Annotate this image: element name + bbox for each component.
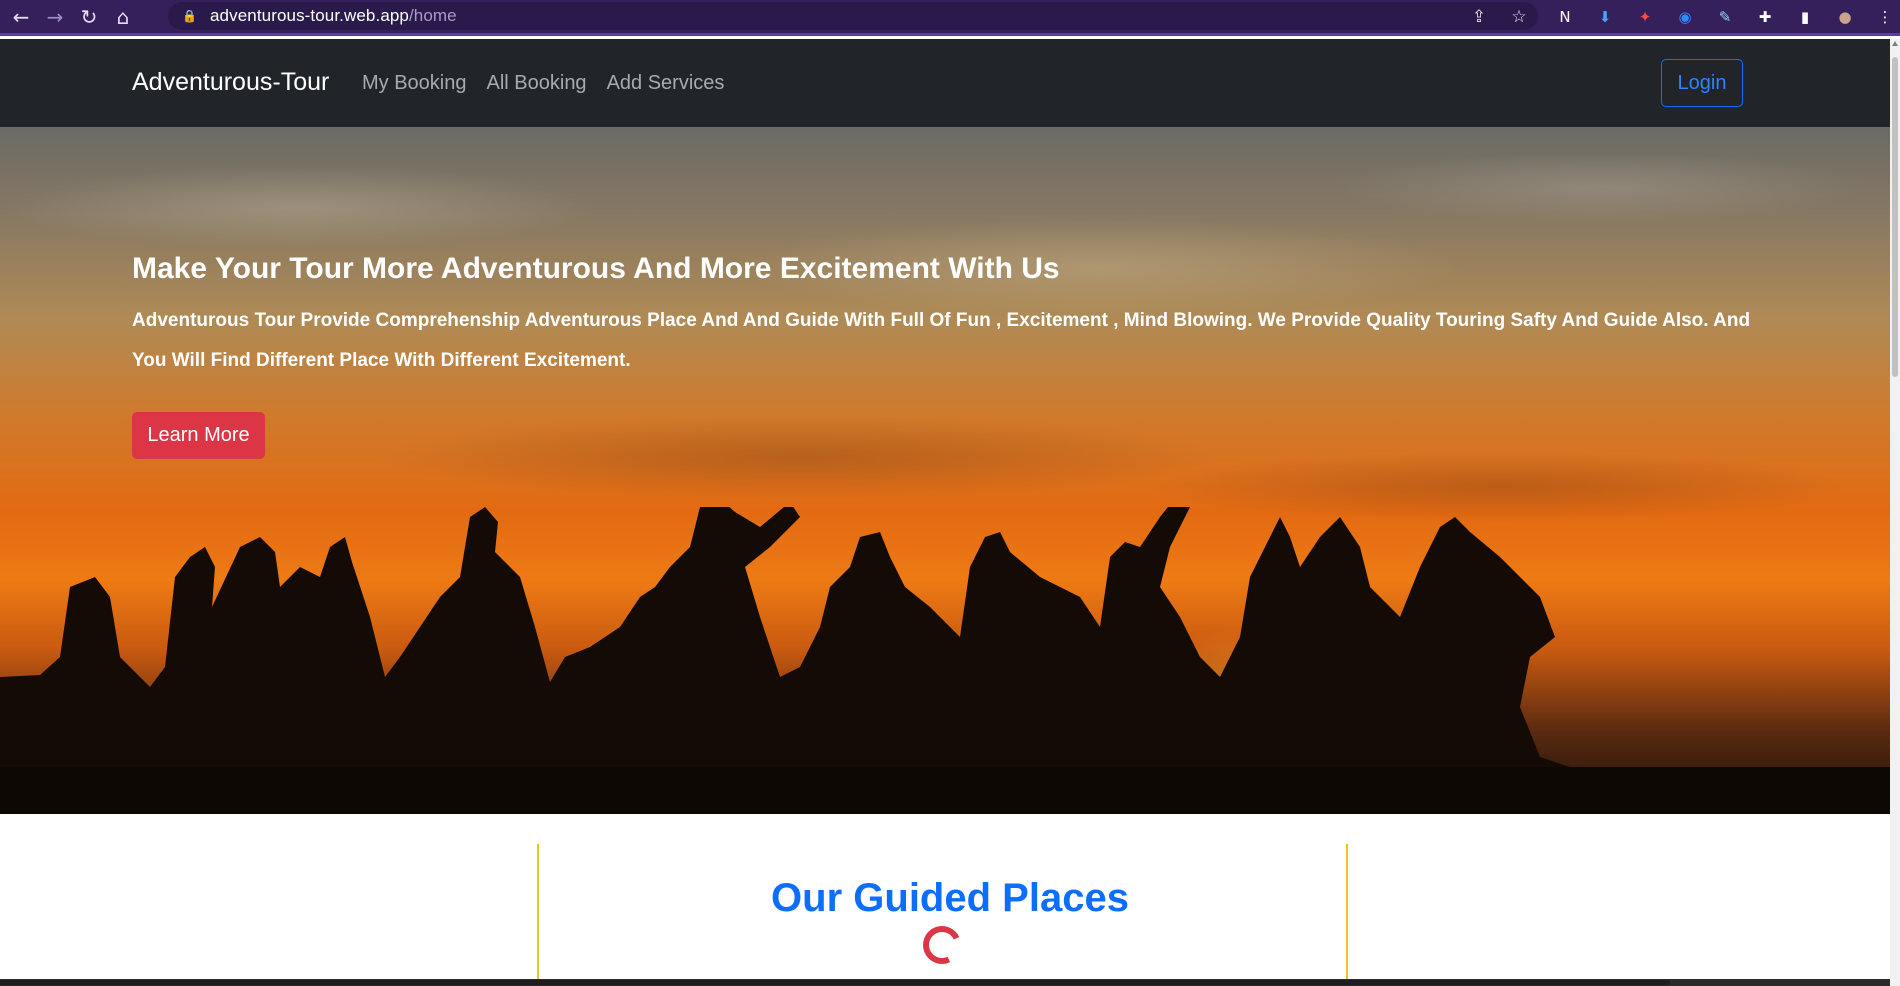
- nav-link-all-booking[interactable]: All Booking: [487, 72, 587, 95]
- learn-more-button[interactable]: Learn More: [132, 412, 265, 459]
- browser-toolbar: ← → ↻ ⌂ 🔒 adventurous-tour.web.app/home …: [0, 0, 1900, 36]
- nav-links: My Booking All Booking Add Services: [362, 72, 724, 95]
- forward-icon[interactable]: →: [42, 4, 68, 30]
- vertical-scrollbar[interactable]: [1890, 39, 1900, 986]
- home-icon[interactable]: ⌂: [110, 4, 136, 30]
- puzzle-extensions-icon[interactable]: ✚: [1753, 5, 1777, 29]
- url-text[interactable]: adventurous-tour.web.app/home: [210, 6, 457, 26]
- login-button[interactable]: Login: [1661, 59, 1743, 107]
- guided-places-section: Our Guided Places: [0, 814, 1890, 984]
- hero-banner: Make Your Tour More Adventurous And More…: [0, 127, 1890, 814]
- profile-avatar[interactable]: ●: [1833, 5, 1857, 29]
- horizontal-scroll-thumb[interactable]: [0, 980, 1670, 985]
- download-extension-icon[interactable]: ⬇: [1593, 5, 1617, 29]
- share-icon[interactable]: ⇪: [1468, 6, 1490, 28]
- horizontal-scrollbar[interactable]: [0, 979, 1890, 986]
- site-navbar: Adventurous-Tour My Booking All Booking …: [0, 39, 1890, 127]
- eyedropper-extension-icon[interactable]: ✎: [1713, 5, 1737, 29]
- hero-subtitle: Adventurous Tour Provide Comprehenship A…: [132, 310, 1751, 371]
- zoom-extension-icon[interactable]: ◉: [1673, 5, 1697, 29]
- red-extension-icon[interactable]: ✦: [1633, 5, 1657, 29]
- side-panel-icon[interactable]: ▮: [1793, 5, 1817, 29]
- brand-logo-text[interactable]: Adventurous-Tour: [132, 68, 329, 97]
- browser-menu-icon[interactable]: ⋮: [1873, 5, 1897, 29]
- reload-icon[interactable]: ↻: [76, 4, 102, 30]
- hero-title: Make Your Tour More Adventurous And More…: [132, 252, 1060, 285]
- hero-text: Make Your Tour More Adventurous And More…: [132, 249, 1772, 381]
- lock-icon[interactable]: 🔒: [182, 9, 197, 23]
- notion-extension-icon[interactable]: N: [1553, 5, 1577, 29]
- bookmark-star-icon[interactable]: ☆: [1508, 6, 1530, 28]
- address-bar[interactable]: 🔒 adventurous-tour.web.app/home ⇪ ☆: [168, 2, 1538, 30]
- vertical-scroll-thumb[interactable]: [1892, 57, 1898, 377]
- nav-link-add-services[interactable]: Add Services: [607, 72, 725, 95]
- hero-silhouettes-image: [0, 507, 1890, 814]
- section-title: Our Guided Places: [771, 876, 1129, 920]
- scroll-up-arrow-icon[interactable]: [1892, 41, 1898, 46]
- nav-link-my-booking[interactable]: My Booking: [362, 72, 467, 95]
- back-icon[interactable]: ←: [8, 4, 34, 30]
